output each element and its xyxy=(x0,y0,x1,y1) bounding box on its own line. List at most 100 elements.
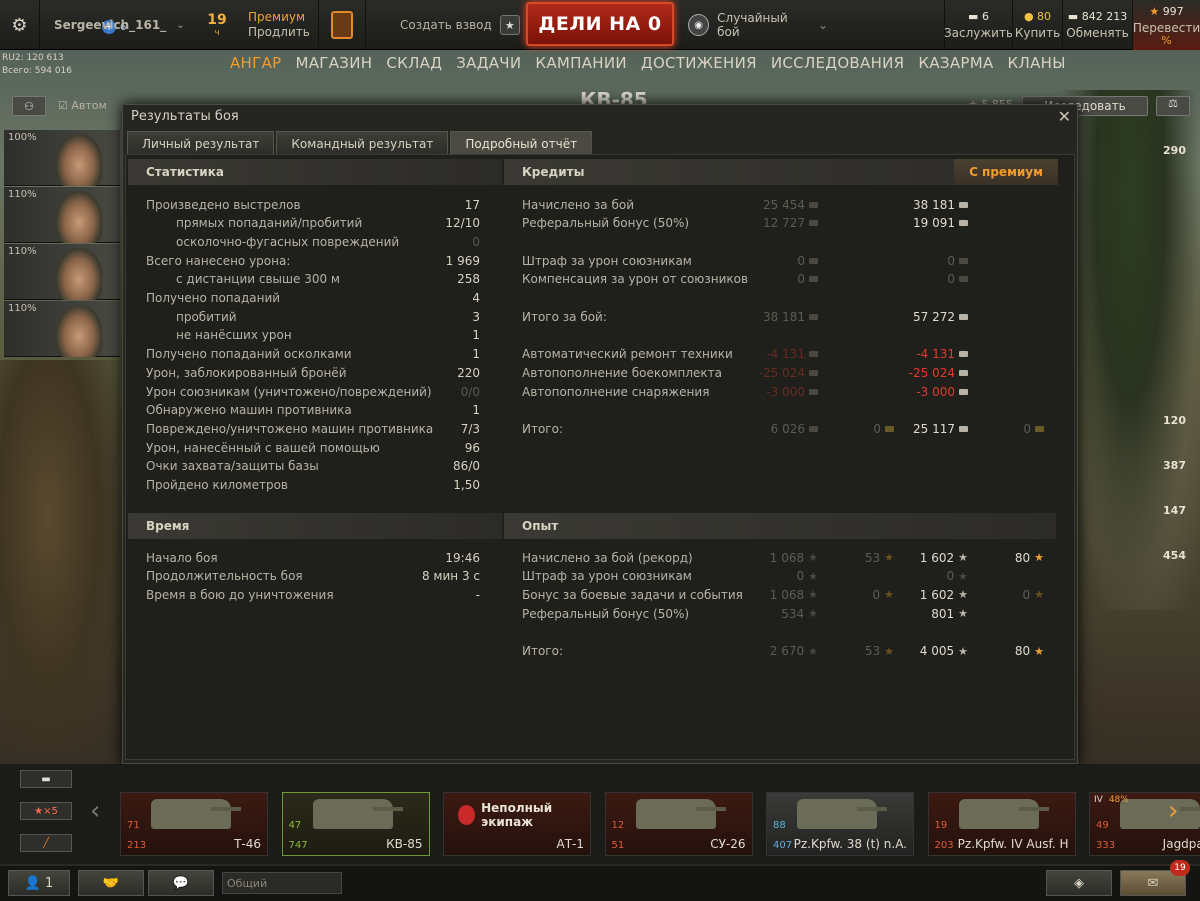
battle-mode-select[interactable]: ◉ Случайный бой ⌄ xyxy=(688,0,828,50)
premium-extend-button[interactable]: Премиум Продлить xyxy=(248,0,318,50)
tank-image xyxy=(312,799,403,829)
compare-button[interactable]: ⚖ xyxy=(1156,96,1190,116)
stat-label: с дистанции свыше 300 м xyxy=(176,272,340,287)
credits-icon xyxy=(809,351,818,358)
nav-achievements[interactable]: ДОСТИЖЕНИЯ xyxy=(641,54,757,78)
gold-buy-button[interactable]: ● 80 Купить xyxy=(1012,0,1062,50)
exchange-percent: % xyxy=(1161,34,1172,47)
free-xp-star-icon: ★ xyxy=(1034,588,1044,602)
crew-portrait xyxy=(56,191,102,243)
stat-value: 7/3 xyxy=(460,421,480,436)
crew-button[interactable]: ⚇ xyxy=(12,96,46,116)
tank-param: 454 xyxy=(1163,549,1186,562)
gift-box-icon[interactable] xyxy=(318,0,366,50)
time-row: Продолжительность боя 8 мин 3 с xyxy=(146,567,480,586)
vehicle-card[interactable]: Неполный экипаж АТ-1 xyxy=(443,792,591,856)
chat-channels-button[interactable]: 💬 xyxy=(148,870,214,896)
time-row: Начало боя 19:46 xyxy=(146,548,480,567)
crew-member[interactable]: 100% xyxy=(4,130,120,186)
stat-value: 0/0 xyxy=(460,384,480,399)
nav-missions[interactable]: ЗАДАЧИ xyxy=(456,54,521,78)
credit-premium: 0 xyxy=(947,251,968,270)
carousel-left-arrow-icon[interactable]: ‹ xyxy=(90,796,100,826)
vehicle-card[interactable]: 49 333 IV48% Jagdpanzer xyxy=(1089,792,1200,856)
credit-total-prem-gold: 0 xyxy=(1023,419,1044,438)
nav-storage[interactable]: СКЛАД xyxy=(386,54,442,78)
settings-gear-icon[interactable]: ⚙ xyxy=(0,0,40,50)
xp-star-icon: ★ xyxy=(958,588,968,602)
credits-value: ▬ 842 213 xyxy=(1067,10,1128,23)
credits-icon xyxy=(809,257,818,264)
credits-icon xyxy=(959,388,968,395)
tab-team-result[interactable]: Командный результат xyxy=(276,131,449,155)
premium-days-badge[interactable]: 19 ч xyxy=(192,0,242,50)
vehicle-name: АТ-1 xyxy=(556,837,584,851)
xp-base-free: 53 ★ xyxy=(864,644,894,658)
stat-value: 17 xyxy=(464,197,480,212)
crew-member[interactable]: 110% xyxy=(4,301,120,357)
xp-label: Реферальный бонус (50%) xyxy=(522,606,690,621)
nav-hangar[interactable]: АНГАР xyxy=(230,54,282,78)
nav-barracks[interactable]: КАЗАРМА xyxy=(918,54,993,78)
stat-label: пробитий xyxy=(176,309,237,324)
nav-campaigns[interactable]: КАМПАНИИ xyxy=(535,54,627,78)
bonds-earn-button[interactable]: ▬ 6 Заслужить xyxy=(944,0,1013,50)
stat-row: с дистанции свыше 300 м 258 xyxy=(146,270,480,289)
free-xp-star-icon: ★ xyxy=(884,644,894,658)
vehicle-card[interactable]: 47 747 КВ-85 xyxy=(281,792,430,856)
vehicle-card[interactable]: 88 407 Pz.Kpfw. 38 (t) n.A. xyxy=(766,792,914,856)
stat-value: 1 969 xyxy=(445,253,480,268)
rent-filter-button[interactable]: ╱ xyxy=(20,834,72,852)
stat-label: не нанёсших урон xyxy=(176,328,292,343)
nav-clans[interactable]: КЛАНЫ xyxy=(1008,54,1066,78)
close-icon[interactable]: ✕ xyxy=(1058,107,1071,126)
vehicle-card[interactable]: 12 51 СУ-26 xyxy=(604,792,753,856)
vehicle-wins: 407 xyxy=(773,840,793,851)
user-menu[interactable]: Sergeevich_161_ ⌄ +6 xyxy=(40,0,185,50)
vehicle-card[interactable]: 71 213 Т-46 xyxy=(120,792,268,856)
credits-icon xyxy=(959,201,968,208)
stat-label: Произведено выстрелов xyxy=(146,197,301,212)
xp-star-icon: ★ xyxy=(808,607,818,621)
battle-mode-label: Случайный бой xyxy=(717,11,788,39)
vehicle-battles: 12 xyxy=(611,820,625,831)
session-stats-button[interactable]: ◈ xyxy=(1046,870,1112,896)
credits-icon xyxy=(959,220,968,227)
tab-detailed-report[interactable]: Подробный отчёт xyxy=(450,131,593,155)
tank-filter-button[interactable]: ▬ xyxy=(20,770,72,788)
crew-member[interactable]: 110% xyxy=(4,244,120,300)
xp-label: Штраф за урон союзникам xyxy=(522,569,692,584)
credit-total-base-gold: 0 xyxy=(873,419,894,438)
credit-premium: -3 000 xyxy=(916,382,968,401)
vehicle-wins: 747 xyxy=(288,840,308,851)
notification-count: 19 xyxy=(1170,860,1190,876)
chevron-down-icon: ⌄ xyxy=(817,18,828,32)
stat-value: 1 xyxy=(472,403,480,418)
free-xp-transfer-button[interactable]: ★ 997 Перевести% xyxy=(1132,0,1200,50)
players-online-button[interactable]: 👤 1 xyxy=(8,870,70,896)
battle-button[interactable]: ДЕЛИ НА 0 xyxy=(526,2,674,46)
credits-icon xyxy=(959,313,968,320)
contacts-button[interactable]: 🤝 xyxy=(78,870,144,896)
credit-base: 12 727 xyxy=(763,214,818,233)
stat-label: Урон, заблокированный бронёй xyxy=(146,365,347,380)
nav-shop[interactable]: МАГАЗИН xyxy=(296,54,373,78)
battle-results-dialog: Результаты боя ✕ Личный результат Команд… xyxy=(122,104,1078,764)
stars-filter-button[interactable]: ★×5 xyxy=(20,802,72,820)
tab-personal-result[interactable]: Личный результат xyxy=(127,131,275,155)
dialog-title: Результаты боя xyxy=(131,109,239,124)
credits-exchange-button[interactable]: ▬ 842 213 Обменять xyxy=(1062,0,1132,50)
vehicle-card[interactable]: 19 203 Pz.Kpfw. IV Ausf. H xyxy=(927,792,1076,856)
chat-input[interactable]: Общий xyxy=(222,872,342,894)
bonds-value: ▬ 6 xyxy=(968,10,989,23)
create-platoon-button[interactable]: Создать взвод ★ xyxy=(400,0,520,50)
credit-premium: -25 024 xyxy=(909,363,968,382)
credit-base: 0 xyxy=(797,251,818,270)
crew-member[interactable]: 110% xyxy=(4,187,120,243)
credits-icon xyxy=(809,425,818,432)
nav-research[interactable]: ИССЛЕДОВАНИЯ xyxy=(771,54,905,78)
tank-param: 120 xyxy=(1163,414,1186,427)
carousel-right-arrow-icon[interactable]: › xyxy=(1168,796,1178,826)
platoon-star-icon: ★ xyxy=(499,15,520,35)
vehicle-name: Pz.Kpfw. IV Ausf. H xyxy=(957,837,1069,851)
